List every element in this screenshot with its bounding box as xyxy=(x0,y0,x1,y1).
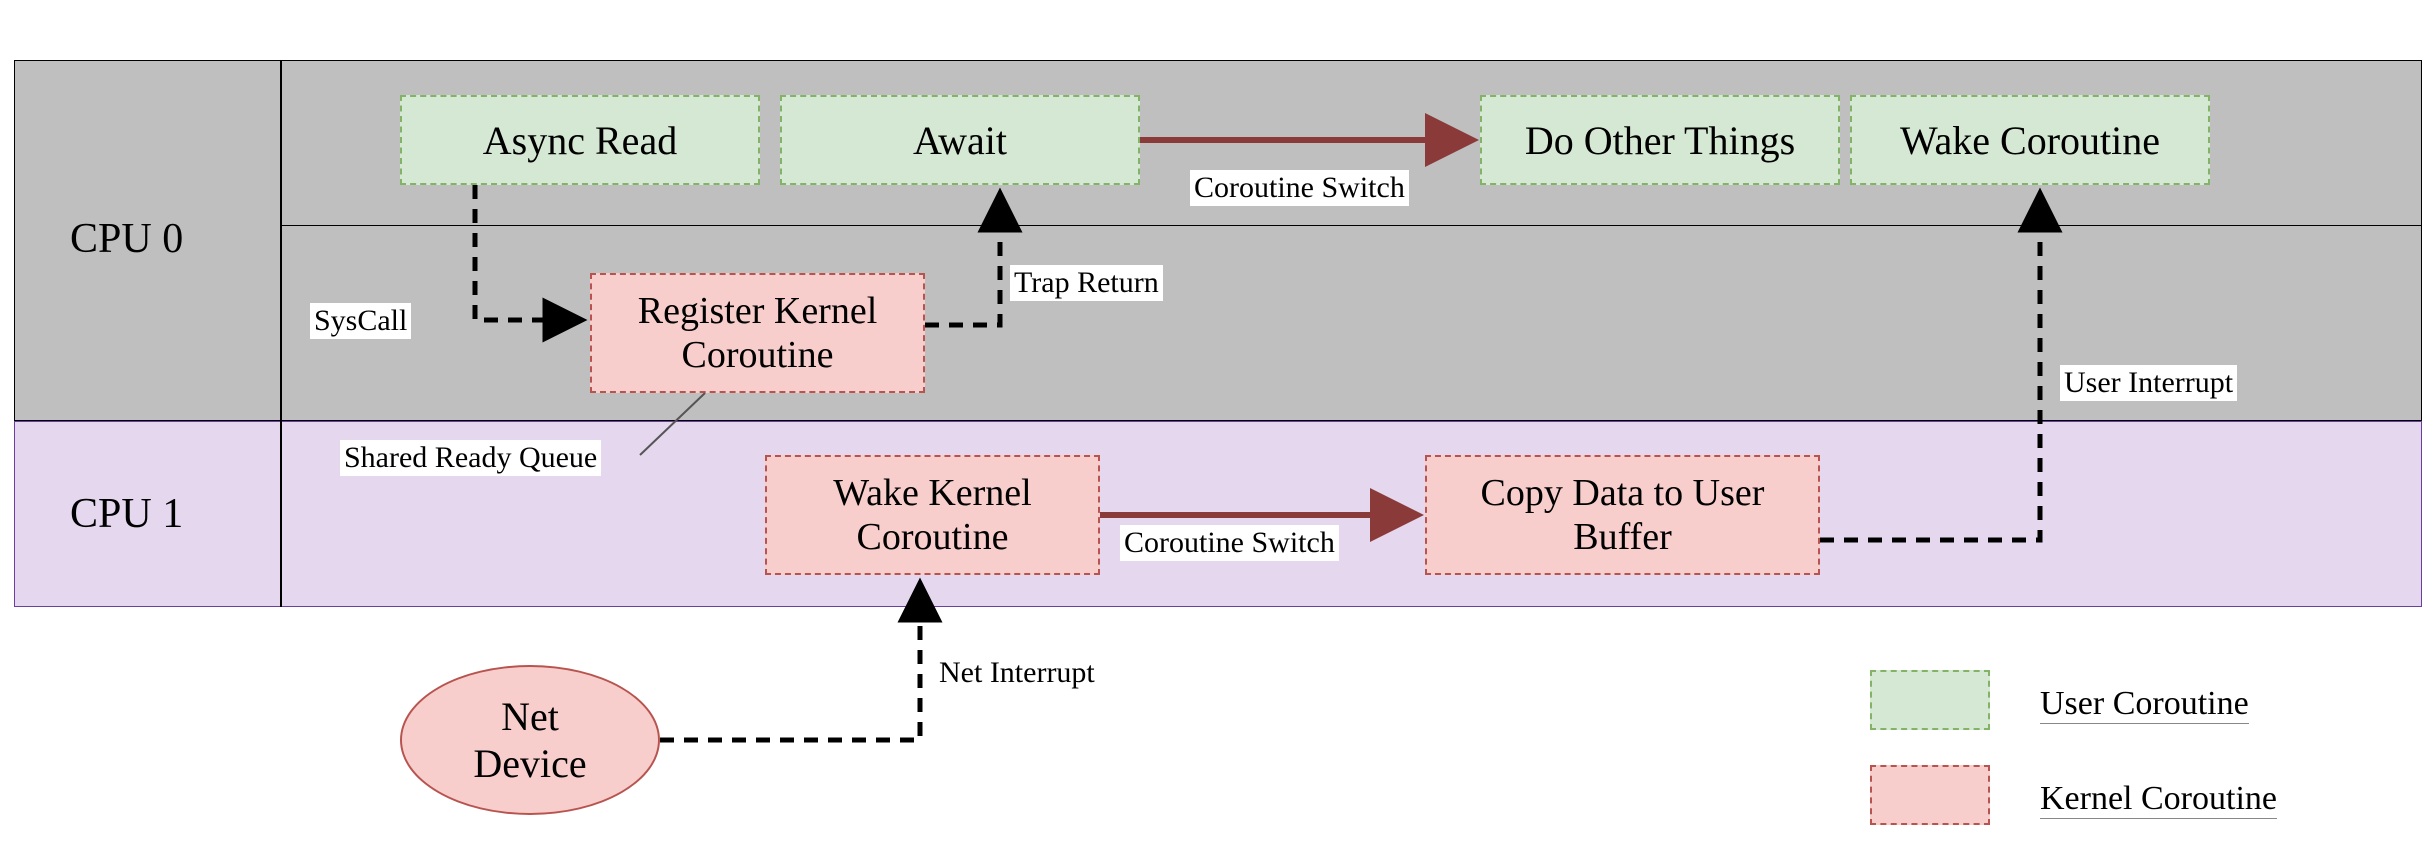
legend-kernel-swatch xyxy=(1870,765,1990,825)
box-register-kernel-text: Register Kernel Coroutine xyxy=(638,289,878,377)
box-await: Await xyxy=(780,95,1140,185)
label-net-interrupt: Net Interrupt xyxy=(935,655,1099,691)
net-device-ellipse: Net Device xyxy=(400,665,660,815)
box-wake-kernel: Wake Kernel Coroutine xyxy=(765,455,1100,575)
arrow-net-interrupt xyxy=(660,585,920,740)
net-device-text: Net Device xyxy=(473,693,586,787)
box-copy-data: Copy Data to User Buffer xyxy=(1425,455,1820,575)
box-do-other-text: Do Other Things xyxy=(1525,117,1795,164)
cpu1-label: CPU 1 xyxy=(70,490,183,538)
box-wake-kernel-text: Wake Kernel Coroutine xyxy=(833,471,1031,559)
box-wake-coroutine-text: Wake Coroutine xyxy=(1900,117,2160,164)
cpu-label-divider xyxy=(280,60,282,607)
box-copy-data-text: Copy Data to User Buffer xyxy=(1481,471,1765,559)
label-coroutine-switch-2: Coroutine Switch xyxy=(1120,525,1339,561)
legend-kernel-text: Kernel Coroutine xyxy=(2040,780,2277,819)
label-user-interrupt: User Interrupt xyxy=(2060,365,2237,401)
coroutine-flow-diagram: CPU 0 CPU 1 Async Read Await Do Other Th… xyxy=(0,0,2436,843)
box-do-other: Do Other Things xyxy=(1480,95,1840,185)
box-async-read-text: Async Read xyxy=(483,117,677,164)
box-wake-coroutine: Wake Coroutine xyxy=(1850,95,2210,185)
label-coroutine-switch-1: Coroutine Switch xyxy=(1190,170,1409,206)
box-async-read: Async Read xyxy=(400,95,760,185)
box-await-text: Await xyxy=(913,117,1007,164)
cpu0-label: CPU 0 xyxy=(70,215,183,263)
label-shared-ready-queue: Shared Ready Queue xyxy=(340,440,601,476)
label-syscall: SysCall xyxy=(310,303,411,339)
legend-user-text: User Coroutine xyxy=(2040,685,2249,724)
legend-user-swatch xyxy=(1870,670,1990,730)
cpu0-sublane-divider xyxy=(280,225,2422,226)
box-register-kernel: Register Kernel Coroutine xyxy=(590,273,925,393)
label-trap-return: Trap Return xyxy=(1010,265,1163,301)
